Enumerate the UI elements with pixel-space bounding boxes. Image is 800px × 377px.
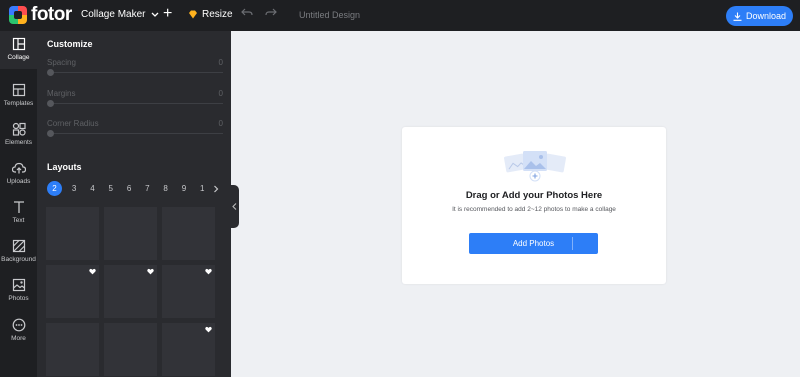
page-7[interactable]: 7 xyxy=(138,182,156,196)
favorite-heart-icon[interactable] xyxy=(147,268,154,275)
customize-panel: Customize Spacing 0 Margins 0 Corner Rad… xyxy=(37,31,231,377)
layout-tile[interactable] xyxy=(162,207,215,260)
elements-icon xyxy=(12,122,26,136)
add-photos-label: Add Photos xyxy=(512,239,555,248)
favorite-heart-icon[interactable] xyxy=(205,268,212,275)
page-4[interactable]: 4 xyxy=(83,182,101,196)
diamond-icon xyxy=(189,10,197,19)
page-8[interactable]: 8 xyxy=(156,182,174,196)
rail-item-templates[interactable]: Templates xyxy=(0,77,37,115)
page-9[interactable]: 9 xyxy=(175,182,193,196)
rail-label-more: More xyxy=(11,335,26,342)
button-divider xyxy=(572,237,573,250)
download-button[interactable]: Download xyxy=(726,6,793,26)
photos-icon xyxy=(12,278,25,292)
spacing-label: Spacing xyxy=(47,58,76,67)
layout-tile[interactable] xyxy=(104,323,157,376)
page-2[interactable]: 2 xyxy=(47,181,62,196)
corner-radius-slider-handle[interactable] xyxy=(47,130,54,137)
layout-tile[interactable] xyxy=(104,265,157,318)
margins-label: Margins xyxy=(47,89,76,98)
margins-value: 0 xyxy=(218,89,223,98)
rail-label-collage: Collage xyxy=(7,54,30,61)
card-description: It is recommended to add 2~12 photos to … xyxy=(452,206,616,213)
fotor-logo-mark xyxy=(9,6,27,24)
page-5[interactable]: 5 xyxy=(102,182,120,196)
design-title[interactable]: Untitled Design xyxy=(299,10,360,20)
corner-radius-label: Corner Radius xyxy=(47,119,99,128)
layout-count-pager: 2 3 4 5 6 7 8 9 1 xyxy=(47,181,219,196)
download-label: Download xyxy=(745,11,787,21)
collapse-panel-handle[interactable] xyxy=(229,185,239,228)
chevron-down-icon xyxy=(152,12,159,17)
resize-label: Resize xyxy=(202,9,233,20)
page-1x[interactable]: 1 xyxy=(193,182,211,196)
more-icon xyxy=(12,318,25,332)
download-icon xyxy=(733,12,742,21)
rail-item-photos[interactable]: Photos xyxy=(0,272,37,310)
favorite-heart-icon[interactable] xyxy=(89,268,96,275)
undo-icon[interactable] xyxy=(241,8,253,18)
left-nav-rail: Collage Templates Elements Uploads Text … xyxy=(0,31,37,377)
page-3[interactable]: 3 xyxy=(65,182,83,196)
fotor-logo[interactable]: fotor xyxy=(9,4,72,25)
rail-item-uploads[interactable]: Uploads xyxy=(0,155,37,193)
card-title: Drag or Add your Photos Here xyxy=(465,190,603,201)
collage-icon xyxy=(12,37,25,51)
collage-maker-label: Collage Maker xyxy=(81,9,146,20)
spacing-slider-track[interactable] xyxy=(51,72,223,73)
favorite-heart-icon[interactable] xyxy=(205,326,212,333)
templates-icon xyxy=(12,83,25,97)
top-bar: fotor Collage Maker + Resize Untitled De… xyxy=(0,0,800,31)
layout-tile[interactable] xyxy=(46,265,99,318)
redo-icon[interactable] xyxy=(265,8,277,18)
margins-slider-track[interactable] xyxy=(51,103,223,104)
rail-label-text: Text xyxy=(12,217,25,224)
add-plus-icon[interactable]: + xyxy=(163,6,172,22)
chevron-left-icon xyxy=(231,203,236,210)
spacing-slider-handle[interactable] xyxy=(47,69,54,76)
uploads-icon xyxy=(11,162,26,174)
resize-button[interactable]: Resize xyxy=(188,9,233,20)
rail-item-background[interactable]: Background xyxy=(0,233,37,271)
rail-label-templates: Templates xyxy=(3,100,34,107)
customize-title: Customize xyxy=(47,39,93,49)
layout-tile[interactable] xyxy=(162,265,215,318)
add-photos-button[interactable]: Add Photos xyxy=(469,233,598,254)
corner-radius-value: 0 xyxy=(218,119,223,128)
spacing-value: 0 xyxy=(218,58,223,67)
layout-tile[interactable] xyxy=(46,207,99,260)
margins-slider-handle[interactable] xyxy=(47,100,54,107)
rail-item-text[interactable]: Text xyxy=(0,194,37,232)
rail-item-elements[interactable]: Elements xyxy=(0,116,37,154)
collage-maker-menu[interactable]: Collage Maker xyxy=(81,9,159,20)
rail-label-uploads: Uploads xyxy=(6,178,31,185)
layout-tile[interactable] xyxy=(46,323,99,376)
chevron-right-icon[interactable] xyxy=(213,185,219,193)
background-icon xyxy=(12,239,25,253)
layouts-title: Layouts xyxy=(47,162,82,172)
rail-label-background: Background xyxy=(1,256,36,263)
rail-label-elements: Elements xyxy=(4,139,33,146)
rail-item-more[interactable]: More xyxy=(0,312,37,350)
text-icon xyxy=(13,201,24,213)
logo-text: fotor xyxy=(31,4,72,25)
add-photos-card[interactable]: Drag or Add your Photos Here It is recom… xyxy=(402,127,666,284)
page-6[interactable]: 6 xyxy=(120,182,138,196)
rail-item-collage[interactable]: Collage xyxy=(0,31,37,69)
corner-radius-slider-track[interactable] xyxy=(51,133,223,134)
photos-illustration-icon xyxy=(504,151,566,182)
layout-tile[interactable] xyxy=(162,323,215,376)
layout-tile[interactable] xyxy=(104,207,157,260)
rail-label-photos: Photos xyxy=(8,295,29,302)
